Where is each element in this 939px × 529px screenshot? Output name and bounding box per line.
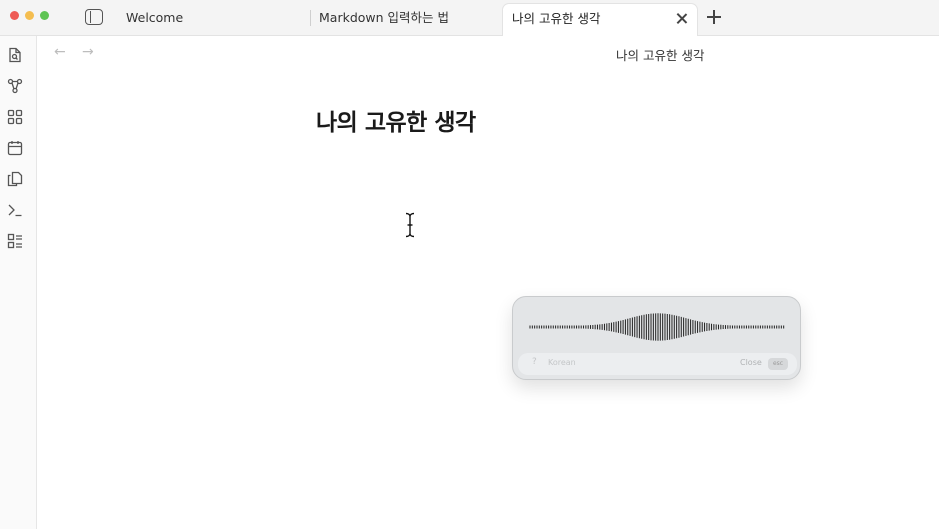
blocks-icon[interactable] <box>7 109 23 125</box>
dictation-footer: ? Korean Close esc <box>518 353 797 375</box>
sidebar-toggle-icon[interactable] <box>85 9 103 25</box>
graph-icon[interactable] <box>7 78 23 94</box>
dictation-hint-key: ? <box>532 357 537 367</box>
esc-key-badge: esc <box>768 358 788 370</box>
tab-active[interactable]: 나의 고유한 생각 <box>502 3 698 36</box>
zoom-window-button[interactable] <box>40 11 49 20</box>
close-window-button[interactable] <box>10 11 19 20</box>
tab-close-icon[interactable] <box>675 12 689 26</box>
audio-waveform <box>529 313 785 341</box>
forward-arrow-icon[interactable]: → <box>82 45 96 59</box>
left-ribbon <box>0 36 37 529</box>
minimize-window-button[interactable] <box>25 11 34 20</box>
tab-markdown[interactable]: Markdown 입력하는 법 <box>319 0 449 36</box>
dictation-panel: ? Korean Close esc <box>512 296 801 380</box>
view-header-title[interactable]: 나의 고유한 생각 <box>616 45 704 64</box>
note-heading[interactable]: 나의 고유한 생각 <box>316 103 476 137</box>
dictation-language[interactable]: Korean <box>548 358 576 367</box>
dictation-close-button[interactable]: Close <box>740 358 762 367</box>
tab-bar: Welcome Markdown 입력하는 법 나의 고유한 생각 <box>0 0 939 36</box>
terminal-icon[interactable] <box>7 202 23 218</box>
calendar-icon[interactable] <box>7 140 23 156</box>
app-window: Welcome Markdown 입력하는 법 나의 고유한 생각 ← → 나의… <box>0 0 939 529</box>
tab-divider <box>310 10 311 26</box>
search-file-icon[interactable] <box>7 47 23 63</box>
checklist-icon[interactable] <box>7 233 23 249</box>
text-cursor-icon <box>405 212 415 238</box>
copy-icon[interactable] <box>7 171 23 187</box>
tab-welcome[interactable]: Welcome <box>126 0 183 36</box>
new-tab-icon[interactable] <box>707 10 721 24</box>
tab-active-label: 나의 고유한 생각 <box>512 11 601 26</box>
back-arrow-icon[interactable]: ← <box>54 45 68 59</box>
